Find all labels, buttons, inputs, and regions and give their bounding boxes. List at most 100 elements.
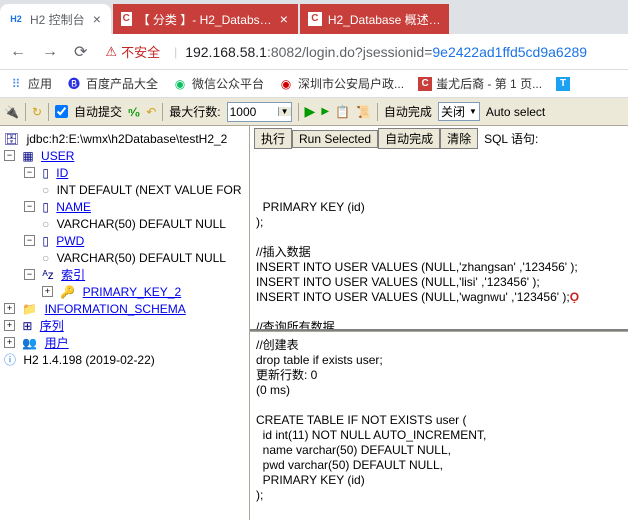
sequence-icon: ⊞ xyxy=(22,319,32,333)
history-icon[interactable]: 📜 xyxy=(356,105,371,119)
baidu-icon: 🅑 xyxy=(66,76,82,92)
schema-tree: 🗄 jdbc:h2:E:\wmx\h2Database\testH2_2 − ▦… xyxy=(0,126,250,520)
url-host: 192.168.58.1 xyxy=(185,44,267,60)
sql-label: SQL 语句: xyxy=(478,130,544,147)
tab-title: 【 分类 】- H2_Databse - 蚩尤… xyxy=(138,11,272,28)
rollback-icon[interactable]: ↶ xyxy=(146,105,156,119)
index-icon: ᴬz xyxy=(42,268,53,282)
police-icon: ◉ xyxy=(278,76,294,92)
bookmark-t[interactable]: T xyxy=(556,77,570,91)
users[interactable]: + 👥 用户 xyxy=(4,334,245,351)
expand-icon[interactable]: + xyxy=(4,337,15,348)
bookmark-police[interactable]: ◉深圳市公安局户政... xyxy=(278,75,404,92)
results-pane: //创建表 drop table if exists user; 更新行数: 0… xyxy=(250,331,628,509)
wechat-icon: ◉ xyxy=(172,76,188,92)
csdn-favicon-icon: C xyxy=(308,12,322,26)
insecure-badge[interactable]: ⚠ 不安全 xyxy=(99,42,166,61)
column-name[interactable]: − ▯ NAME xyxy=(4,198,245,215)
forward-button[interactable]: → xyxy=(38,39,62,65)
stop-icon[interactable]: 📋 xyxy=(335,105,350,119)
bookmark-wechat[interactable]: ◉微信公众平台 xyxy=(172,75,264,92)
maxrows-input[interactable] xyxy=(228,103,278,121)
column-id[interactable]: − ▯ ID xyxy=(4,164,245,181)
main-split: 🗄 jdbc:h2:E:\wmx\h2Database\testH2_2 − ▦… xyxy=(0,126,628,520)
bookmark-baidu[interactable]: 🅑百度产品大全 xyxy=(66,75,158,92)
users-icon: 👥 xyxy=(22,336,37,350)
warning-icon: ⚠ xyxy=(105,44,117,60)
type-icon: ○ xyxy=(42,251,49,265)
address-bar: ← → ⟳ ⚠ 不安全 | 192.168.58.1:8082/login.do… xyxy=(0,34,628,70)
tab-csdn-2[interactable]: C H2_Database 概述… xyxy=(300,4,449,34)
insecure-label: 不安全 xyxy=(121,42,160,61)
url-display[interactable]: 192.168.58.1:8082/login.do?jsessionid=9e… xyxy=(185,44,587,60)
tab-h2-console[interactable]: H2 H2 控制台 × xyxy=(0,4,111,34)
chevron-down-icon[interactable]: ▼ xyxy=(278,107,291,116)
expand-icon[interactable]: + xyxy=(4,320,15,331)
bookmark-csdn[interactable]: C蚩尤后裔 - 第 1 页... xyxy=(418,75,542,92)
run-icon[interactable]: ▶ xyxy=(305,103,316,120)
apps-icon: ⠿ xyxy=(8,76,24,92)
bookmarks-bar: ⠿应用 🅑百度产品大全 ◉微信公众平台 ◉深圳市公安局户政... C蚩尤后裔 -… xyxy=(0,70,628,98)
collapse-icon[interactable]: − xyxy=(24,269,35,280)
clear-button[interactable]: 清除 xyxy=(440,128,478,149)
jdbc-url: 🗄 jdbc:h2:E:\wmx\h2Database\testH2_2 xyxy=(4,130,245,147)
expand-icon[interactable]: + xyxy=(42,286,53,297)
autocommit-label: 自动提交 xyxy=(74,103,122,120)
maxrows-label: 最大行数: xyxy=(169,103,220,120)
disconnect-icon[interactable]: 🔌 xyxy=(4,105,19,119)
info-icon: ⓘ xyxy=(4,351,16,368)
column-name-type: ○ VARCHAR(50) DEFAULT NULL xyxy=(4,215,245,232)
run-selected-button[interactable]: Run Selected xyxy=(292,130,378,148)
refresh-icon[interactable]: ↻ xyxy=(32,105,42,119)
url-path: /login.do?jsessionid= xyxy=(302,44,432,60)
collapse-icon[interactable]: − xyxy=(24,167,35,178)
commit-icon[interactable]: ⁿ⁄₀ xyxy=(128,105,140,119)
key-icon: 🔑 xyxy=(60,285,75,299)
close-icon[interactable]: × xyxy=(91,11,103,27)
indexes[interactable]: − ᴬz 索引 xyxy=(4,266,245,283)
editor-toolbar: 执行 Run Selected 自动完成 清除 SQL 语句: xyxy=(250,126,628,151)
autocomplete-label: 自动完成 xyxy=(384,103,432,120)
url-port: :8082 xyxy=(267,44,302,60)
table-icon: ▦ xyxy=(22,149,33,163)
column-id-type: ○ INT DEFAULT (NEXT VALUE FOR xyxy=(4,181,245,198)
collapse-icon[interactable]: − xyxy=(4,150,15,161)
csdn-icon: C xyxy=(418,77,432,91)
autocomplete-value[interactable]: 关闭 xyxy=(441,103,465,120)
url-session: 9e2422ad1ffd5cd9a6289 xyxy=(432,44,587,60)
reload-button[interactable]: ⟳ xyxy=(70,38,91,66)
sequences[interactable]: + ⊞ 序列 xyxy=(4,317,245,334)
csdn-favicon-icon: C xyxy=(121,12,132,26)
back-button[interactable]: ← xyxy=(6,39,30,65)
tab-title: H2_Database 概述… xyxy=(328,11,441,28)
column-pwd-type: ○ VARCHAR(50) DEFAULT NULL xyxy=(4,249,245,266)
autocommit-checkbox[interactable] xyxy=(55,105,68,118)
column-icon: ▯ xyxy=(42,200,49,214)
version-info: ⓘ H2 1.4.198 (2019-02-22) xyxy=(4,351,245,368)
column-icon: ▯ xyxy=(42,166,49,180)
primary-key[interactable]: + 🔑 PRIMARY_KEY_2 xyxy=(4,283,245,300)
close-icon[interactable]: × xyxy=(278,11,290,27)
type-icon: ○ xyxy=(42,217,49,231)
sql-textarea[interactable]: PRIMARY KEY (id) ); //插入数据 INSERT INTO U… xyxy=(250,151,628,329)
column-icon: ▯ xyxy=(42,234,49,248)
autocomplete-button[interactable]: 自动完成 xyxy=(378,128,440,149)
info-schema[interactable]: + 📁 INFORMATION_SCHEMA xyxy=(4,300,245,317)
tab-csdn-1[interactable]: C 【 分类 】- H2_Databse - 蚩尤… × xyxy=(113,4,298,34)
database-icon: 🗄 xyxy=(4,132,19,146)
type-icon: ○ xyxy=(42,183,49,197)
sql-content: PRIMARY KEY (id) ); //插入数据 INSERT INTO U… xyxy=(256,200,622,329)
h2-toolbar: 🔌 ↻ 自动提交 ⁿ⁄₀ ↶ 最大行数: ▼ ▶ ▶ 📋 📜 自动完成 关闭▼ … xyxy=(0,98,628,126)
chevron-down-icon[interactable]: ▼ xyxy=(469,107,477,116)
table-user[interactable]: − ▦ USER xyxy=(4,147,245,164)
h2-favicon-icon: H2 xyxy=(8,11,24,27)
collapse-icon[interactable]: − xyxy=(24,201,35,212)
run-button[interactable]: 执行 xyxy=(254,128,292,149)
tab-title: H2 控制台 xyxy=(30,11,85,28)
bookmark-apps[interactable]: ⠿应用 xyxy=(8,75,52,92)
column-pwd[interactable]: − ▯ PWD xyxy=(4,232,245,249)
autoselect-label: Auto select xyxy=(486,105,545,119)
run-selected-icon[interactable]: ▶ xyxy=(321,106,329,117)
collapse-icon[interactable]: − xyxy=(24,235,35,246)
expand-icon[interactable]: + xyxy=(4,303,15,314)
